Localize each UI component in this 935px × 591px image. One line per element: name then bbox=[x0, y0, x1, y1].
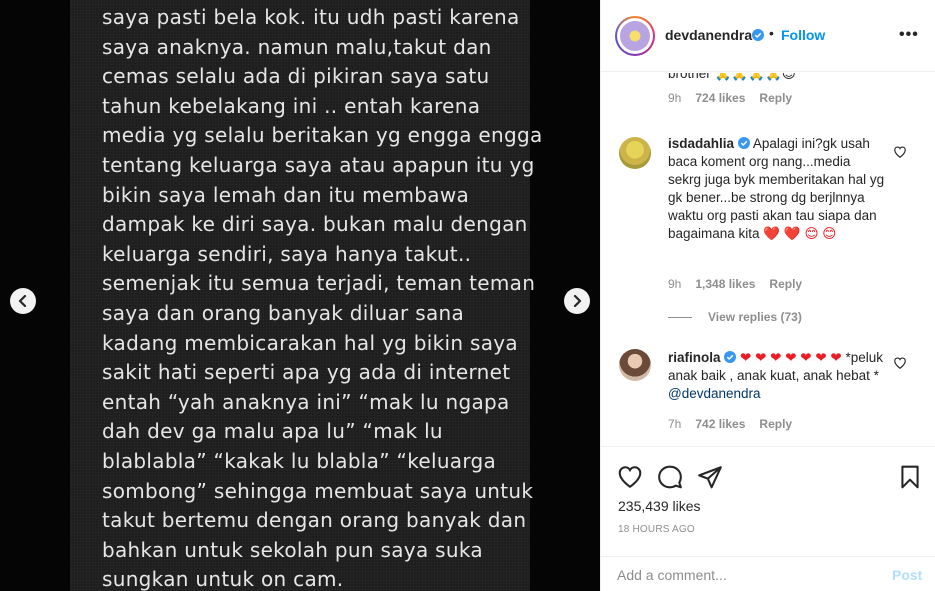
comment-input[interactable] bbox=[617, 564, 877, 586]
post-side-panel: devdanendra • Follow ••• brother 🙏🙏🙏🙏😊 9… bbox=[600, 0, 935, 591]
view-replies-button[interactable]: View replies (73) bbox=[668, 310, 802, 324]
text-line: sakit hati seperti apa yg ada di interne… bbox=[102, 360, 511, 385]
comment-likes[interactable]: 742 likes bbox=[695, 417, 745, 431]
comment-time: 9h bbox=[668, 91, 682, 105]
post-image-text: saya pasti bela kok. itu udh pasti karen… bbox=[102, 3, 543, 591]
share-paper-plane-icon[interactable] bbox=[697, 464, 723, 490]
replies-divider bbox=[668, 316, 692, 318]
author-avatar[interactable] bbox=[615, 16, 655, 56]
comment-bubble-icon[interactable] bbox=[657, 464, 683, 490]
commenter-avatar[interactable] bbox=[619, 137, 651, 169]
text-line: sungkan untuk on cam. bbox=[102, 567, 344, 591]
like-comment-icon[interactable] bbox=[893, 356, 907, 370]
add-comment-bar: Post bbox=[601, 556, 935, 591]
text-line: saya pasti bela kok. itu udh pasti karen… bbox=[102, 5, 520, 29]
comment-meta: 7h 742 likes Reply bbox=[668, 417, 792, 431]
comment-time: 9h bbox=[668, 277, 682, 291]
comment-hearts: ❤ ❤ ❤ ❤ ❤ ❤ ❤ bbox=[740, 350, 842, 365]
verified-badge-icon bbox=[752, 29, 764, 41]
avatar-image bbox=[620, 21, 650, 51]
reply-button[interactable]: Reply bbox=[769, 277, 802, 291]
author-username[interactable]: devdanendra bbox=[665, 27, 752, 43]
verified-badge-icon bbox=[724, 351, 737, 363]
chevron-left-icon bbox=[18, 295, 27, 307]
text-line: tahun kebelakang ini .. entah karena bbox=[102, 93, 481, 118]
text-line: tentang keluarga saya atau apapun itu yg bbox=[102, 152, 535, 177]
comment-text: brother 🙏🙏🙏🙏😊 bbox=[668, 73, 796, 81]
next-slide-button[interactable] bbox=[564, 288, 590, 314]
comment-text: riafinola ❤ ❤ ❤ ❤ ❤ ❤ ❤ *peluk anak baik… bbox=[668, 349, 886, 403]
commenter-username[interactable]: isdadahlia bbox=[668, 136, 734, 151]
comment-text: isdadahlia Apalagi ini?gk usah baca kome… bbox=[668, 135, 886, 243]
comment-emoji: ❤️ ❤️ 😊 😊 bbox=[763, 226, 837, 241]
post-media[interactable]: saya pasti bela kok. itu udh pasti karen… bbox=[0, 0, 600, 591]
comment-meta: 9h 1,348 likes Reply bbox=[668, 277, 802, 291]
comment-likes[interactable]: 1,348 likes bbox=[695, 277, 755, 291]
text-line: takut bertemu dengan orang banyak dan bbox=[102, 508, 527, 533]
likes-count[interactable]: 235,439 likes bbox=[618, 498, 701, 514]
previous-slide-button[interactable] bbox=[10, 288, 36, 314]
like-comment-icon[interactable] bbox=[893, 145, 907, 159]
comment-meta: 9h 724 likes Reply bbox=[668, 91, 792, 105]
text-line: saya dan orang banyak diluar sana bbox=[102, 300, 465, 325]
commenter-avatar[interactable] bbox=[619, 349, 651, 381]
text-line: blablabla” “kakak lu blabla” “keluarga bbox=[102, 448, 497, 473]
like-heart-icon[interactable] bbox=[617, 464, 643, 490]
text-line: keluarga sendiri, saya hanya takut.. bbox=[102, 241, 472, 266]
comments-list[interactable]: brother 🙏🙏🙏🙏😊 9h 724 likes Reply isdadah… bbox=[601, 73, 935, 445]
comment-likes[interactable]: 724 likes bbox=[695, 91, 745, 105]
separator-dot: • bbox=[769, 25, 774, 41]
follow-button[interactable]: Follow bbox=[781, 27, 825, 43]
text-line: kadang membicarakan hal yg bikin saya bbox=[102, 330, 518, 355]
avatar-inner-ring bbox=[617, 18, 653, 54]
text-line: semenjak itu semua terjadi, teman teman bbox=[102, 271, 536, 296]
text-line: saya anaknya. namun malu,takut dan bbox=[102, 34, 492, 59]
text-line: dah dev ga malu apa lu” “mak lu bbox=[102, 419, 443, 444]
comment-mention[interactable]: @devdanendra bbox=[668, 386, 761, 401]
reply-button[interactable]: Reply bbox=[759, 91, 792, 105]
comment-time: 7h bbox=[668, 417, 682, 431]
post-timestamp: 18 HOURS AGO bbox=[618, 524, 695, 535]
post-actions: 235,439 likes 18 HOURS AGO bbox=[601, 446, 935, 552]
text-line: entah “yah anaknya ini” “mak lu ngapa bbox=[102, 389, 510, 414]
text-line: bahkan untuk sekolah pun saya suka bbox=[102, 537, 483, 562]
more-options-button[interactable]: ••• bbox=[899, 26, 919, 44]
post-comment-button[interactable]: Post bbox=[892, 567, 922, 583]
chevron-right-icon bbox=[573, 295, 582, 307]
bookmark-icon[interactable] bbox=[897, 464, 923, 490]
text-line: dampak ke diri saya. bukan malu dengan bbox=[102, 212, 528, 237]
post-header: devdanendra • Follow ••• bbox=[601, 0, 935, 72]
reply-button[interactable]: Reply bbox=[759, 417, 792, 431]
text-line: media yg selalu beritakan yg engga engga bbox=[102, 123, 543, 148]
text-line: cemas selalu ada di pikiran saya satu bbox=[102, 64, 490, 89]
commenter-username[interactable]: riafinola bbox=[668, 350, 721, 365]
text-line: bikin saya lemah dan itu membawa bbox=[102, 182, 470, 207]
verified-badge-icon bbox=[737, 137, 750, 149]
view-replies-label: View replies (73) bbox=[708, 310, 802, 324]
text-line: sombong” sehingga membuat saya untuk bbox=[102, 478, 534, 503]
